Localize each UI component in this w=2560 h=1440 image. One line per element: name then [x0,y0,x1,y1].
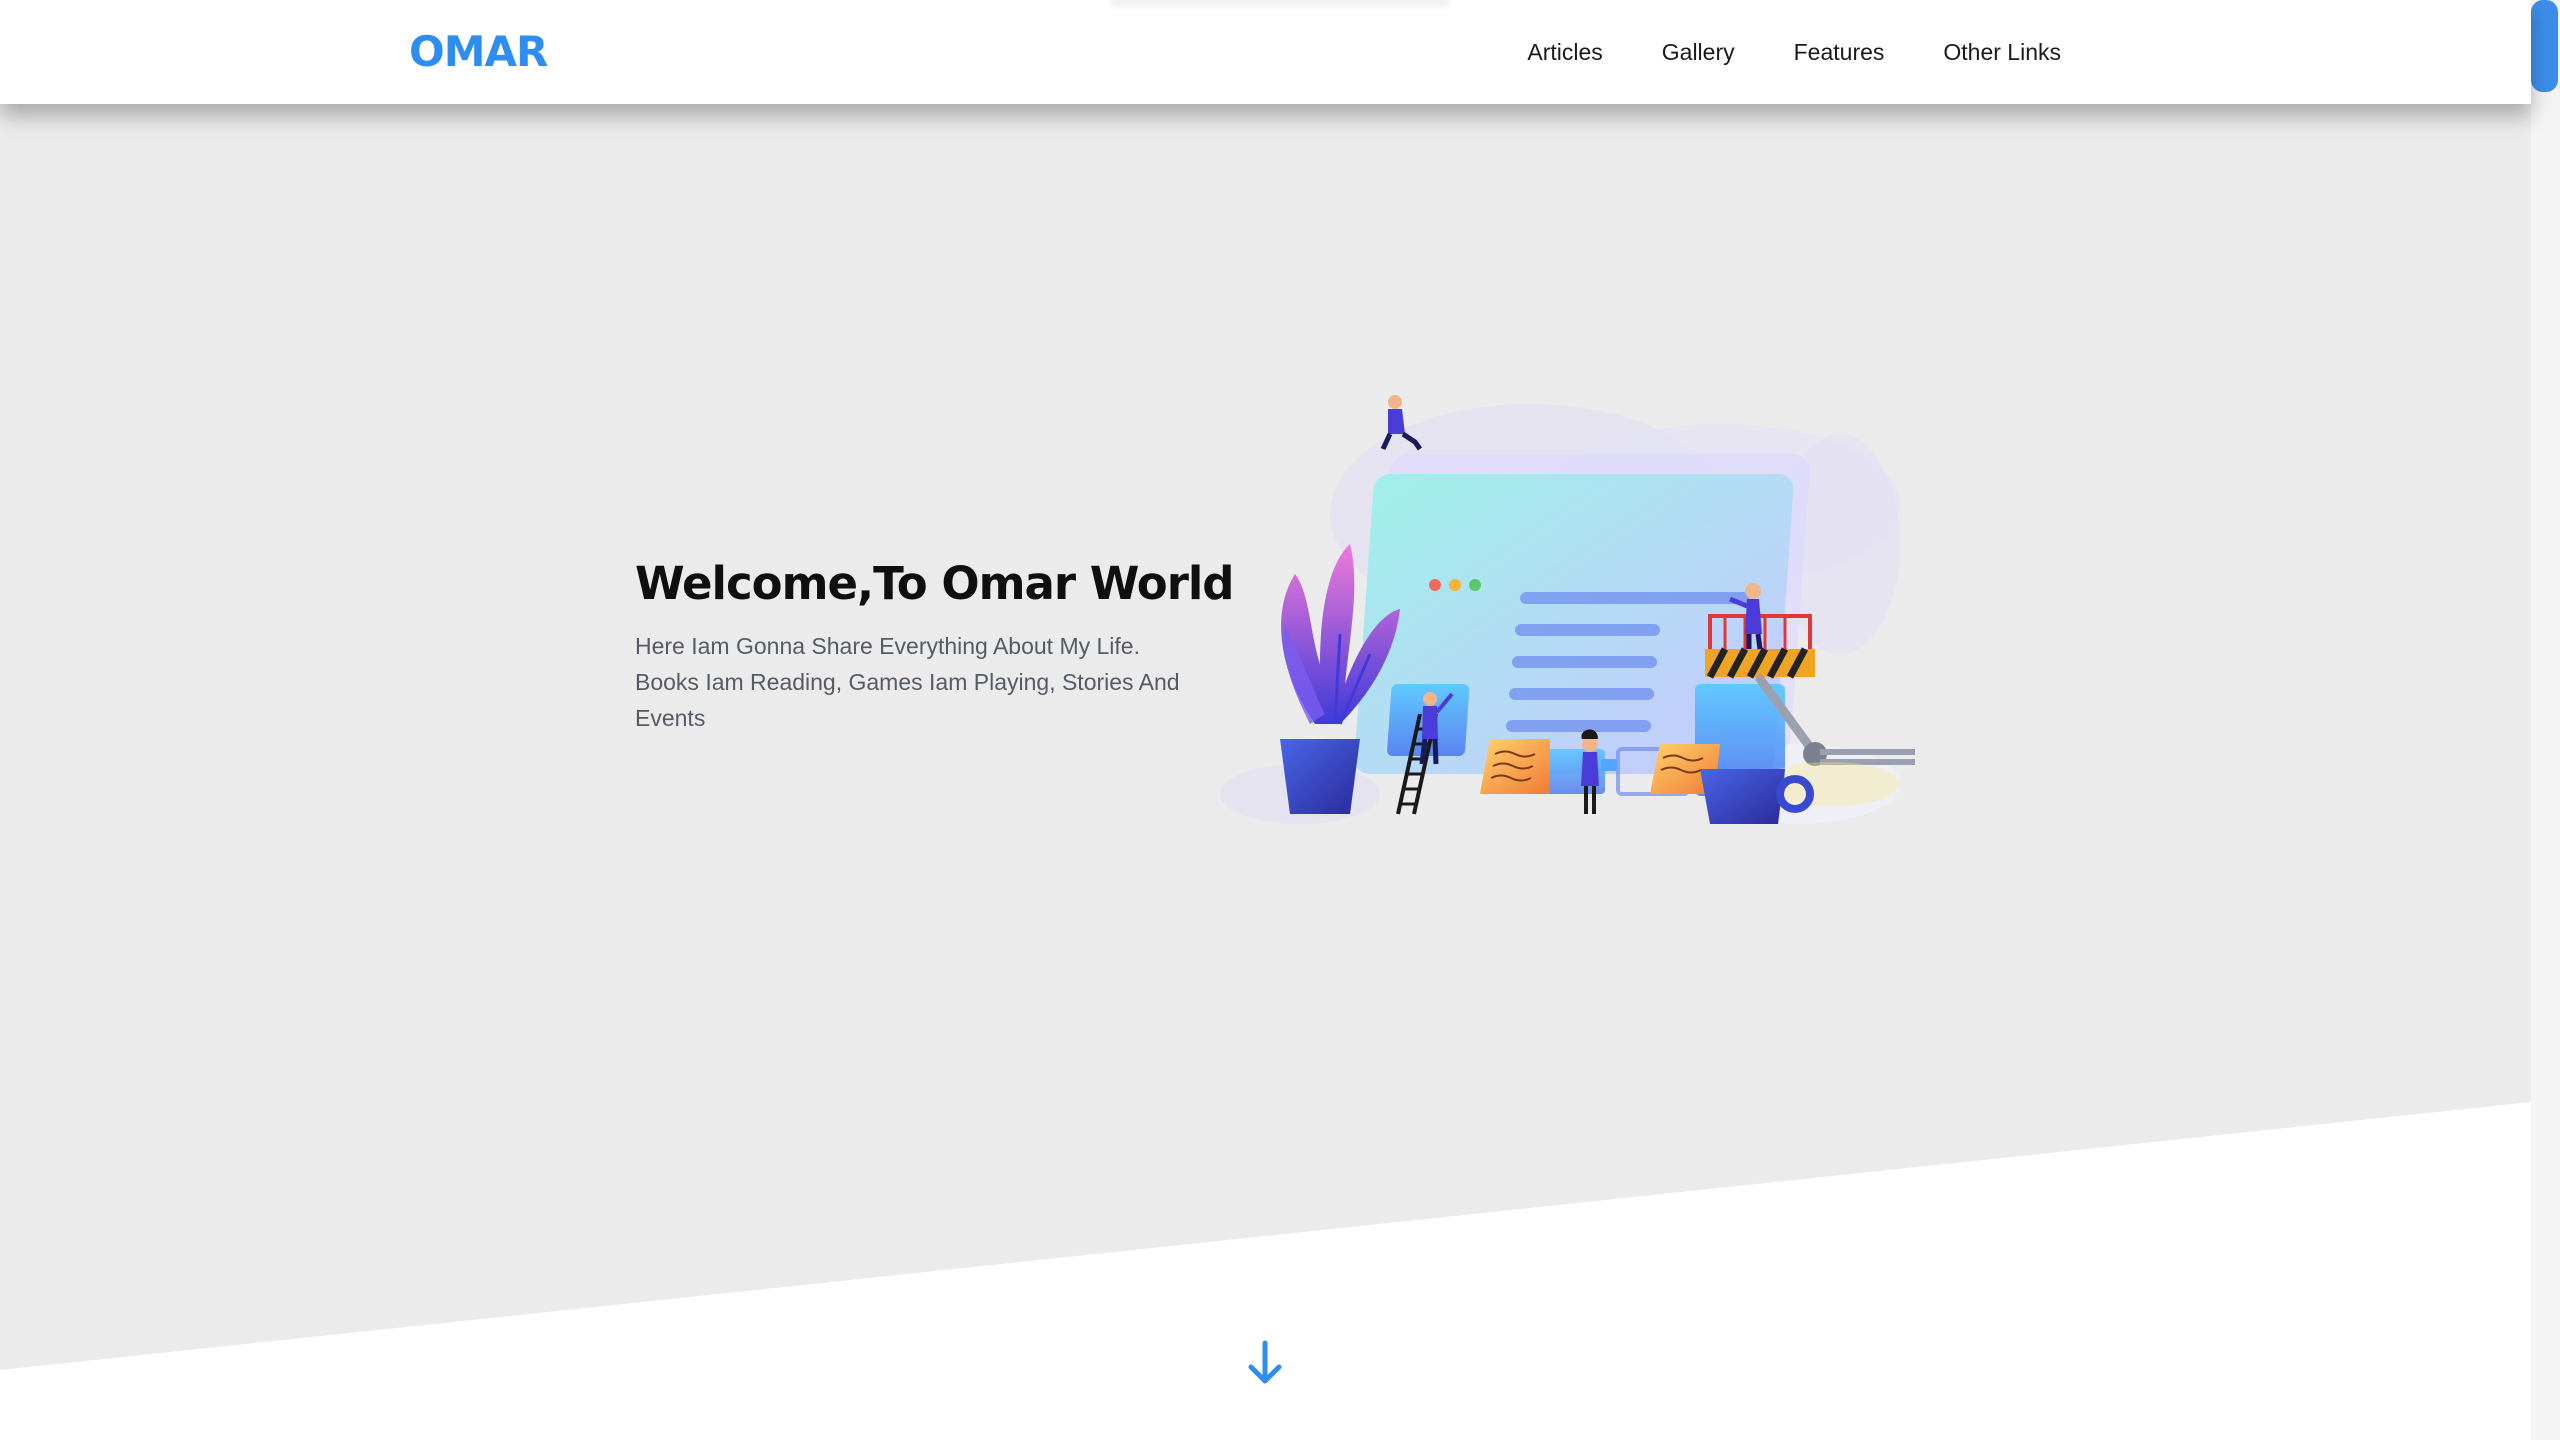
top-tab-decoration [1110,0,1450,4]
nav-articles[interactable]: Articles [1527,37,1602,67]
nav-other-links[interactable]: Other Links [1943,37,2061,67]
arrow-down-icon[interactable] [1245,1339,1285,1389]
page-header: OMAR Articles Gallery Features Other Lin… [0,0,2531,104]
logo-link[interactable]: OMAR [409,26,548,78]
landing-section: Welcome,To Omar World Here Iam Gonna Sha… [0,104,2531,1440]
nav-gallery[interactable]: Gallery [1662,37,1735,67]
scrollbar-thumb[interactable] [2531,0,2558,92]
hero-description: Here Iam Gonna Share Everything About My… [635,633,1180,731]
hero-title: Welcome,To Omar World [635,557,1235,610]
main-nav: Articles Gallery Features Other Links [1468,0,2061,104]
landing-illustration [1220,395,1915,824]
nav-features[interactable]: Features [1794,37,1885,67]
scrollbar-track[interactable] [2531,0,2560,1440]
